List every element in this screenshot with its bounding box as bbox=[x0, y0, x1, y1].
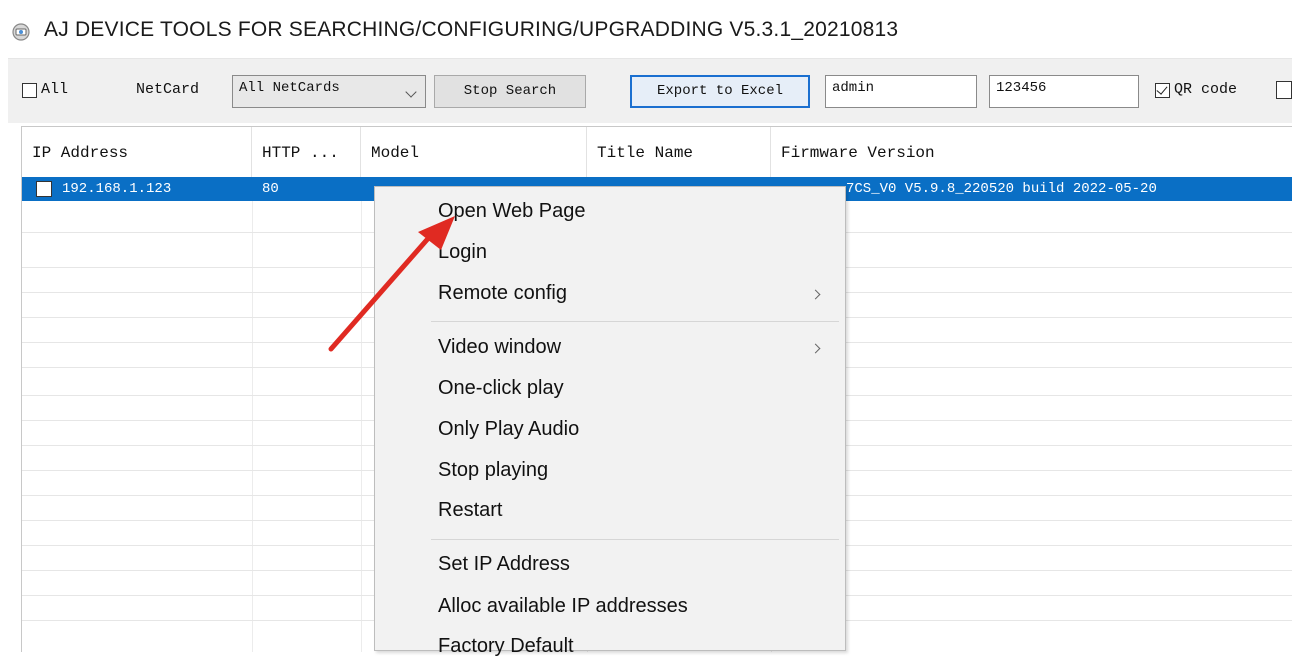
menu-item-only-play-audio[interactable]: Only Play Audio bbox=[438, 418, 579, 441]
menu-item-one-click-play[interactable]: One-click play bbox=[438, 377, 564, 400]
menu-item-stop-playing[interactable]: Stop playing bbox=[438, 459, 548, 482]
column-divider bbox=[252, 177, 253, 652]
menu-item-restart[interactable]: Restart bbox=[438, 499, 502, 522]
device-tools-icon bbox=[12, 23, 30, 41]
netcard-label: NetCard bbox=[136, 81, 200, 98]
menu-item-remote-config[interactable]: Remote config bbox=[438, 282, 567, 305]
password-input[interactable]: 123456 bbox=[989, 75, 1139, 108]
extra-checkbox[interactable] bbox=[1276, 81, 1292, 99]
select-all-checkbox[interactable] bbox=[22, 83, 37, 98]
column-header-ip[interactable]: IP Address bbox=[22, 127, 252, 177]
export-excel-button[interactable]: Export to Excel bbox=[630, 75, 810, 108]
chevron-right-icon bbox=[810, 289, 821, 300]
column-header-model[interactable]: Model bbox=[361, 127, 587, 177]
menu-separator bbox=[431, 321, 839, 322]
window-title: AJ DEVICE TOOLS FOR SEARCHING/CONFIGURIN… bbox=[44, 18, 899, 41]
column-header-http[interactable]: HTTP ... bbox=[252, 127, 361, 177]
toolbar: All NetCard All NetCards Stop Search Exp… bbox=[8, 58, 1292, 123]
cell-ip: 192.168.1.123 bbox=[62, 181, 172, 197]
netcard-select-value: All NetCards bbox=[239, 80, 340, 96]
menu-separator bbox=[431, 539, 839, 540]
title-bar: AJ DEVICE TOOLS FOR SEARCHING/CONFIGURIN… bbox=[0, 0, 1292, 56]
column-divider bbox=[361, 177, 362, 652]
select-all-label: All bbox=[41, 81, 69, 98]
username-input[interactable]: admin bbox=[825, 75, 977, 108]
chevron-right-icon bbox=[810, 343, 821, 354]
context-menu: Open Web Page Login Remote config Video … bbox=[374, 186, 846, 657]
column-header-title-name[interactable]: Title Name bbox=[587, 127, 771, 177]
qr-code-checkbox[interactable] bbox=[1155, 83, 1170, 98]
cell-http: 80 bbox=[262, 181, 279, 197]
row-checkbox[interactable] bbox=[36, 181, 52, 197]
netcard-select[interactable]: All NetCards bbox=[232, 75, 426, 108]
menu-item-open-web-page[interactable]: Open Web Page bbox=[438, 200, 586, 223]
column-header-firmware[interactable]: Firmware Version bbox=[771, 127, 1292, 177]
menu-item-login[interactable]: Login bbox=[438, 241, 487, 264]
stop-search-button[interactable]: Stop Search bbox=[434, 75, 586, 108]
menu-item-video-window[interactable]: Video window bbox=[438, 336, 561, 359]
menu-item-set-ip-address[interactable]: Set IP Address bbox=[438, 553, 570, 576]
menu-item-alloc-ip-addresses[interactable]: Alloc available IP addresses bbox=[438, 595, 688, 618]
cell-firmware: 7CS_V0 V5.9.8_220520 build 2022-05-20 bbox=[846, 181, 1157, 197]
qr-code-label: QR code bbox=[1174, 81, 1238, 98]
chevron-down-icon bbox=[405, 86, 417, 98]
menu-item-factory-default[interactable]: Factory Default bbox=[438, 635, 574, 658]
